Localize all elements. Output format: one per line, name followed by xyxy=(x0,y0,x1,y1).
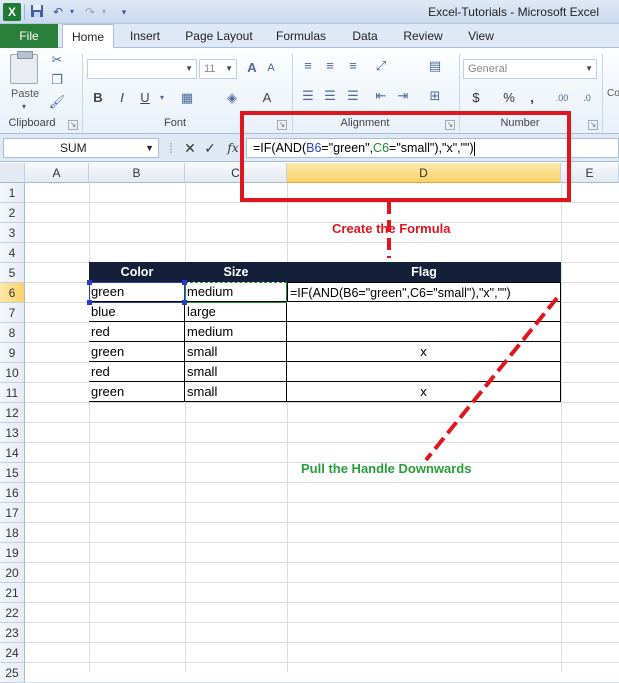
annotation-arrow-layer xyxy=(424,296,559,462)
pull-arrow-line xyxy=(424,296,559,462)
